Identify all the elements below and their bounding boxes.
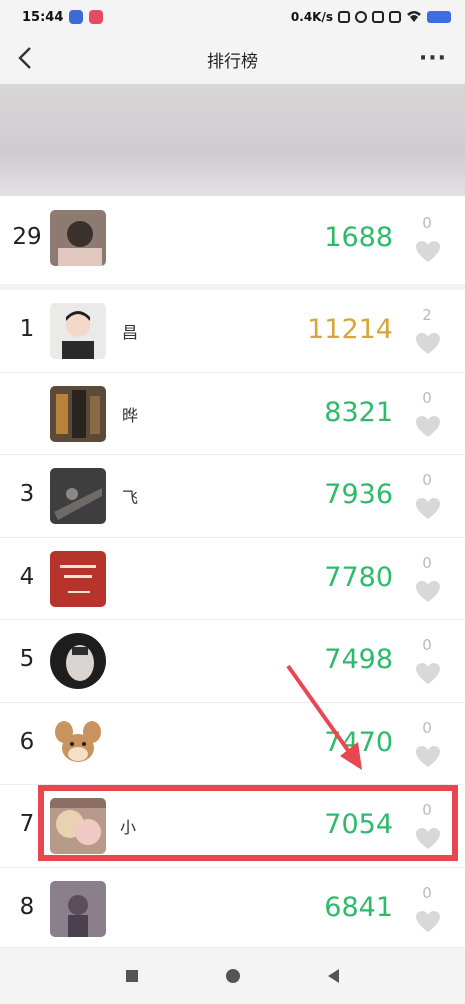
step-count: 7498: [324, 644, 393, 675]
like-count: 0: [422, 636, 432, 654]
wifi-icon: [406, 10, 422, 25]
avatar[interactable]: [50, 550, 106, 607]
step-count: 1688: [324, 222, 393, 253]
list-item[interactable]: 1 昌 11214 2: [0, 290, 465, 373]
user-name: 飞: [122, 488, 139, 507]
like-count: 0: [422, 553, 432, 572]
user-name: 小: [120, 818, 137, 837]
avatar[interactable]: [50, 715, 106, 772]
rank-number: 1: [19, 316, 35, 342]
system-navigation-bar: [0, 948, 465, 1004]
page-title: 排行榜: [207, 51, 258, 72]
list-item[interactable]: 3 飞 7936 0: [0, 455, 465, 538]
like-count: 0: [422, 801, 432, 819]
list-item[interactable]: 6 7470 0: [0, 703, 465, 785]
like-count: 0: [422, 388, 432, 407]
heart-icon[interactable]: [415, 332, 441, 356]
alarm-icon: [355, 11, 367, 23]
avatar[interactable]: [50, 880, 106, 937]
list-item[interactable]: 7 小 7054 0: [0, 785, 465, 868]
step-count: 7054: [324, 809, 393, 840]
heart-icon[interactable]: [415, 240, 441, 264]
heart-icon[interactable]: [415, 662, 441, 686]
app-icon: [372, 11, 384, 23]
ranking-list: 1 昌 11214 2 晔 8321 0 3 飞 7936 0 4 7780 0…: [0, 290, 465, 948]
rank-number: 29: [12, 224, 42, 250]
network-speed: 0.4K/s: [290, 10, 333, 24]
user-name: 昌: [122, 323, 139, 342]
heart-icon[interactable]: [415, 580, 441, 604]
avatar[interactable]: [50, 210, 106, 266]
rank-number: 6: [19, 728, 35, 755]
clock: 15:44: [22, 9, 64, 25]
chevron-left-icon: [18, 47, 31, 69]
like-count: 0: [422, 718, 432, 737]
app-icon: [389, 11, 401, 23]
list-item[interactable]: 晔 8321 0: [0, 373, 465, 455]
avatar[interactable]: [50, 468, 106, 524]
heart-icon[interactable]: [415, 910, 441, 934]
step-count: 8321: [324, 396, 393, 428]
step-count: 11214: [307, 314, 393, 345]
heart-icon[interactable]: [415, 745, 441, 769]
back-triangle-button[interactable]: [328, 969, 339, 983]
navigation-bar: 排行榜 ···: [0, 34, 465, 84]
rank-number: 7: [19, 811, 35, 837]
home-button[interactable]: [226, 969, 240, 983]
back-button[interactable]: [14, 44, 44, 74]
list-item[interactable]: 8 6841 0: [0, 868, 465, 948]
like-count: 0: [422, 214, 432, 232]
list-item[interactable]: 5 7498 0: [0, 620, 465, 703]
step-count: 7936: [324, 479, 393, 510]
user-name: 晔: [122, 405, 139, 425]
step-count: 7780: [324, 561, 393, 593]
avatar[interactable]: [50, 385, 106, 442]
heart-icon[interactable]: [415, 415, 441, 439]
rank-number: 5: [19, 646, 35, 672]
list-item[interactable]: 4 7780 0: [0, 538, 465, 620]
my-rank-card[interactable]: 29 1688 0: [0, 196, 465, 284]
avatar[interactable]: [50, 633, 106, 689]
rank-number: 3: [19, 481, 35, 507]
rank-number: 4: [19, 563, 35, 590]
app-notification-icon: [89, 10, 104, 24]
status-bar: 15:44 0.4K/s: [0, 0, 465, 34]
more-button[interactable]: ···: [419, 46, 447, 71]
like-count: 2: [422, 306, 432, 324]
like-count: 0: [422, 471, 432, 489]
step-count: 7470: [324, 726, 393, 758]
rank-number: 8: [19, 893, 35, 920]
avatar[interactable]: [50, 798, 106, 854]
heart-icon[interactable]: [415, 827, 441, 851]
avatar[interactable]: [50, 303, 106, 359]
battery-icon: [427, 11, 451, 23]
app-notification-icon: [69, 10, 84, 24]
like-count: 0: [422, 883, 432, 902]
header-banner: [0, 84, 465, 196]
step-count: 6841: [324, 891, 393, 923]
recent-apps-button[interactable]: [126, 970, 138, 982]
heart-icon[interactable]: [415, 497, 441, 521]
mute-icon: [338, 11, 350, 23]
